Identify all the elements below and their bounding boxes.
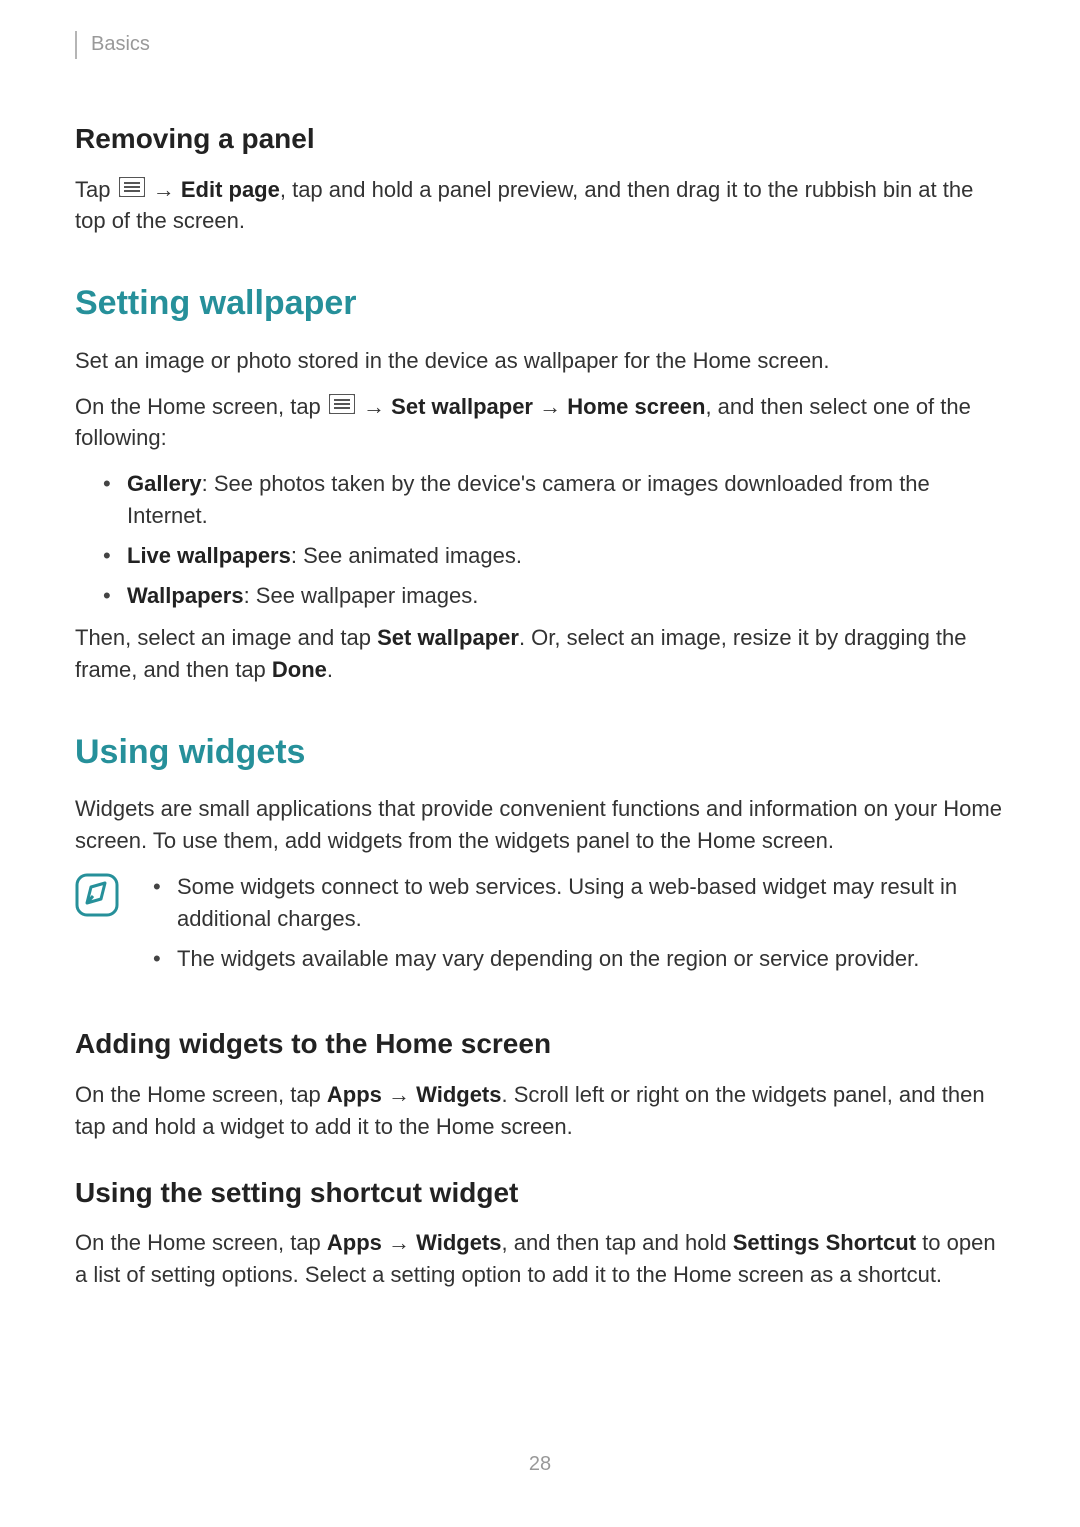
settings-shortcut-label: Settings Shortcut bbox=[733, 1230, 916, 1255]
text-fragment: , and then tap and hold bbox=[502, 1230, 733, 1255]
paragraph-adding-widgets: On the Home screen, tap Apps → Widgets. … bbox=[75, 1079, 1005, 1143]
list-item: Gallery: See photos taken by the device'… bbox=[103, 468, 1005, 532]
page-header: Basics bbox=[75, 30, 1005, 59]
header-divider bbox=[75, 31, 77, 59]
paragraph-setting-wallpaper-outro: Then, select an image and tap Set wallpa… bbox=[75, 622, 1005, 686]
list-item: Live wallpapers: See animated images. bbox=[103, 540, 1005, 572]
set-wallpaper-label: Set wallpaper bbox=[391, 394, 533, 419]
note-icon bbox=[75, 873, 119, 917]
note-item: Some widgets connect to web services. Us… bbox=[153, 871, 1005, 935]
widgets-label: Widgets bbox=[416, 1230, 501, 1255]
note-item: The widgets available may vary depending… bbox=[153, 943, 1005, 975]
text-fragment: → bbox=[382, 1230, 416, 1255]
paragraph-setting-wallpaper-steps: On the Home screen, tap → Set wallpaper … bbox=[75, 391, 1005, 455]
page-number: 28 bbox=[0, 1450, 1080, 1479]
text-fragment: → bbox=[363, 394, 391, 419]
widgets-label: Widgets bbox=[416, 1082, 501, 1107]
option-gallery-label: Gallery bbox=[127, 471, 202, 496]
list-item: Wallpapers: See wallpaper images. bbox=[103, 580, 1005, 612]
text-fragment: : See animated images. bbox=[291, 543, 522, 568]
breadcrumb: Basics bbox=[91, 30, 150, 59]
text-fragment: : See photos taken by the device's camer… bbox=[127, 471, 930, 528]
done-label: Done bbox=[272, 657, 327, 682]
text-fragment: On the Home screen, tap bbox=[75, 1230, 327, 1255]
wallpaper-options-list: Gallery: See photos taken by the device'… bbox=[75, 468, 1005, 612]
text-fragment: : See wallpaper images. bbox=[244, 583, 479, 608]
text-fragment: . bbox=[327, 657, 333, 682]
text-fragment: Tap bbox=[75, 177, 117, 202]
option-live-wallpapers-label: Live wallpapers bbox=[127, 543, 291, 568]
text-fragment: → bbox=[539, 394, 567, 419]
heading-using-widgets: Using widgets bbox=[75, 728, 1005, 777]
text-fragment: Then, select an image and tap bbox=[75, 625, 377, 650]
apps-label: Apps bbox=[327, 1082, 382, 1107]
home-screen-label: Home screen bbox=[567, 394, 705, 419]
paragraph-setting-shortcut-widget: On the Home screen, tap Apps → Widgets, … bbox=[75, 1227, 1005, 1291]
text-fragment: → bbox=[382, 1082, 416, 1107]
set-wallpaper-action: Set wallpaper bbox=[377, 625, 519, 650]
text-fragment: On the Home screen, tap bbox=[75, 1082, 327, 1107]
menu-icon bbox=[119, 174, 145, 206]
heading-setting-shortcut-widget: Using the setting shortcut widget bbox=[75, 1173, 1005, 1214]
paragraph-using-widgets-intro: Widgets are small applications that prov… bbox=[75, 793, 1005, 857]
heading-setting-wallpaper: Setting wallpaper bbox=[75, 279, 1005, 328]
heading-removing-panel: Removing a panel bbox=[75, 119, 1005, 160]
note-block: Some widgets connect to web services. Us… bbox=[75, 871, 1005, 985]
note-list: Some widgets connect to web services. Us… bbox=[153, 871, 1005, 985]
paragraph-removing-panel: Tap → Edit page, tap and hold a panel pr… bbox=[75, 174, 1005, 238]
heading-adding-widgets: Adding widgets to the Home screen bbox=[75, 1024, 1005, 1065]
edit-page-label: Edit page bbox=[181, 177, 280, 202]
paragraph-setting-wallpaper-intro: Set an image or photo stored in the devi… bbox=[75, 345, 1005, 377]
menu-icon bbox=[329, 391, 355, 423]
text-fragment: On the Home screen, tap bbox=[75, 394, 327, 419]
text-fragment: → bbox=[153, 177, 181, 202]
option-wallpapers-label: Wallpapers bbox=[127, 583, 244, 608]
apps-label: Apps bbox=[327, 1230, 382, 1255]
